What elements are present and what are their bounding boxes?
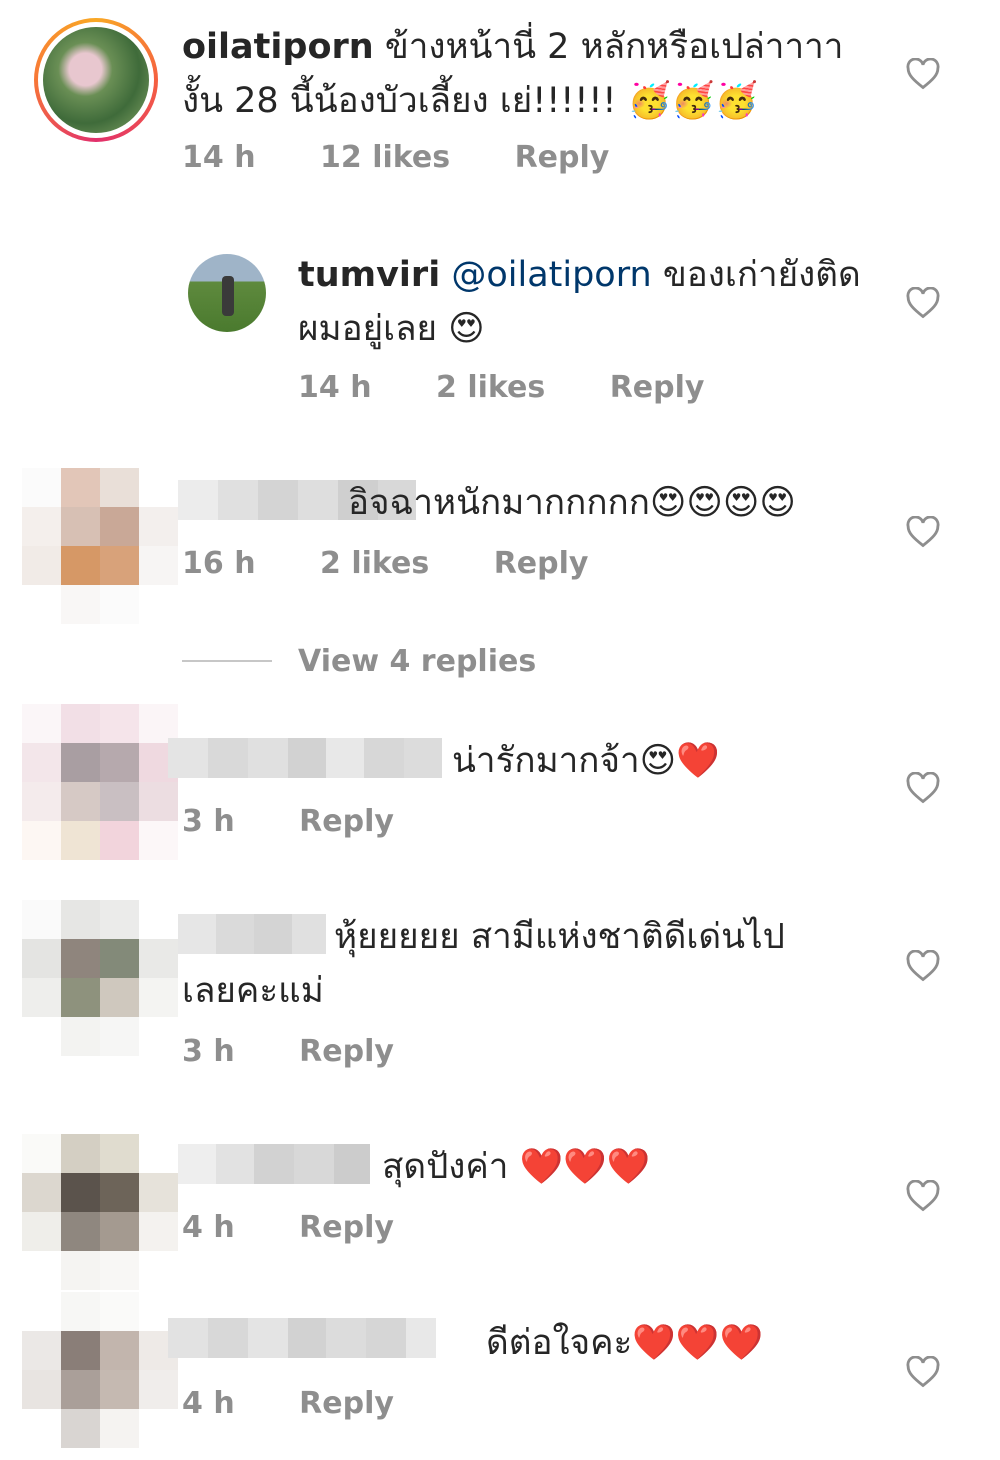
comment-meta: 14 h 2 likes Reply xyxy=(298,370,758,405)
comment-body: ดีต่อใจคะ❤️❤️❤️ xyxy=(486,1323,764,1363)
comment-body: อิจฉาหนักมากกกกก😍😍😍😍 xyxy=(348,483,796,523)
timestamp: 4 h xyxy=(182,1386,235,1421)
timestamp: 14 h xyxy=(182,140,256,175)
username-link[interactable]: tumviri xyxy=(298,255,440,295)
timestamp: 3 h xyxy=(182,1034,235,1069)
comment-body-line2: เลยคะแม่ xyxy=(182,971,324,1011)
comment-meta: 3 h Reply xyxy=(182,804,448,839)
heart-outline-icon[interactable] xyxy=(906,287,940,319)
heart-outline-icon[interactable] xyxy=(906,1180,940,1212)
blurred-username[interactable] xyxy=(168,738,442,778)
comment-body-line2: ผมอยู่เลย 😍 xyxy=(298,309,485,349)
blurred-username[interactable] xyxy=(168,1318,436,1358)
blurred-avatar[interactable] xyxy=(22,468,178,624)
replies-divider xyxy=(182,660,272,662)
reply-button[interactable]: Reply xyxy=(299,804,394,839)
blurred-username[interactable] xyxy=(178,914,326,954)
comment-meta: 4 h Reply xyxy=(182,1386,448,1421)
timestamp: 14 h xyxy=(298,370,372,405)
reply-button[interactable]: Reply xyxy=(299,1210,394,1245)
comment-text: oilatiporn ข้างหน้านี่ 2 หลักหรือเปล่าาา… xyxy=(182,20,843,128)
comment-body: สุดปังค่า ❤️❤️❤️ xyxy=(382,1147,651,1187)
likes-count[interactable]: 12 likes xyxy=(320,140,450,175)
comment-body-line1: ข้างหน้านี่ 2 หลักหรือเปล่าาาา xyxy=(384,27,844,67)
story-ring[interactable] xyxy=(34,18,158,142)
comment-meta: 16 h 2 likes Reply xyxy=(182,546,642,581)
mention-link[interactable]: @oilatiporn xyxy=(451,255,651,295)
heart-outline-icon[interactable] xyxy=(906,516,940,548)
avatar[interactable] xyxy=(188,254,266,332)
comment-body: น่ารักมากจ้า😍❤️ xyxy=(452,741,720,781)
likes-count[interactable]: 2 likes xyxy=(320,546,429,581)
timestamp: 4 h xyxy=(182,1210,235,1245)
blurred-avatar[interactable] xyxy=(22,704,178,860)
comment-meta: 14 h 12 likes Reply xyxy=(182,140,663,175)
heart-outline-icon[interactable] xyxy=(906,58,940,90)
reply-button[interactable]: Reply xyxy=(494,546,589,581)
heart-outline-icon[interactable] xyxy=(906,950,940,982)
heart-outline-icon[interactable] xyxy=(906,772,940,804)
view-replies-button[interactable]: View 4 replies xyxy=(298,644,536,679)
reply-button[interactable]: Reply xyxy=(299,1034,394,1069)
blurred-username[interactable] xyxy=(178,1144,370,1184)
blurred-avatar[interactable] xyxy=(22,1292,178,1448)
comment-body-line1: ของเก่ายังติด xyxy=(662,255,861,295)
blurred-avatar[interactable] xyxy=(22,900,178,1056)
comment-text: tumviri @oilatiporn ของเก่ายังติด ผมอยู่… xyxy=(298,248,861,356)
username-link[interactable]: oilatiporn xyxy=(182,27,374,67)
avatar[interactable] xyxy=(43,27,149,133)
reply-button[interactable]: Reply xyxy=(299,1386,394,1421)
heart-outline-icon[interactable] xyxy=(906,1356,940,1388)
comment-meta: 3 h Reply xyxy=(182,1034,448,1069)
blurred-avatar[interactable] xyxy=(22,1134,178,1290)
timestamp: 3 h xyxy=(182,804,235,839)
comment-body-line1: หุ้ยยยยย สามีแห่งชาติดีเด่นไป xyxy=(334,917,785,957)
timestamp: 16 h xyxy=(182,546,256,581)
reply-button[interactable]: Reply xyxy=(610,370,705,405)
comment-meta: 4 h Reply xyxy=(182,1210,448,1245)
likes-count[interactable]: 2 likes xyxy=(436,370,545,405)
reply-button[interactable]: Reply xyxy=(515,140,610,175)
comment-body-line2: งั้น 28 นี้น้องบัวเลี้ยง เย่!!!!!! 🥳🥳🥳 xyxy=(182,81,759,121)
